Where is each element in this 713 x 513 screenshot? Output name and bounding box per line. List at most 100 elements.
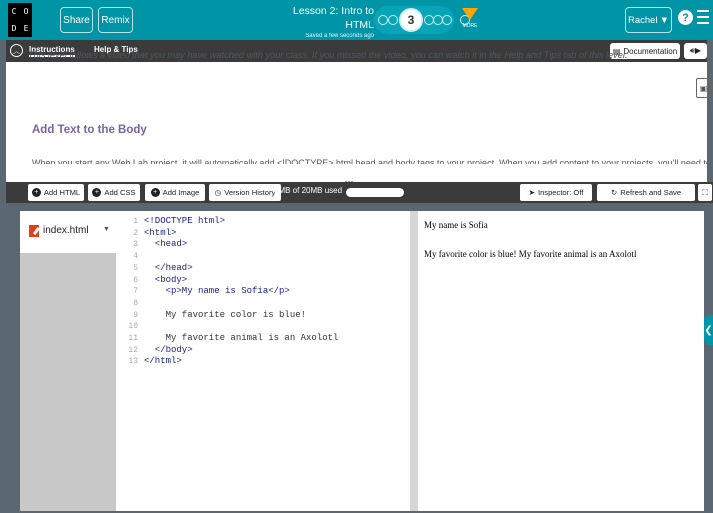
- code-text: <head>: [144, 239, 188, 250]
- plus-circle-icon: +: [150, 188, 160, 197]
- storage-usage: 0MB of 20MB used: [274, 186, 343, 195]
- line-number: 7: [133, 287, 138, 297]
- user-name: Rachel: [628, 14, 658, 26]
- preview-text: My favorite color is blue! My favorite a…: [424, 249, 637, 259]
- logo-letter: C: [11, 7, 17, 16]
- current-level-bubble[interactable]: 3: [399, 8, 423, 32]
- code-line[interactable]: 5 </head>: [116, 262, 193, 274]
- code-line[interactable]: 13 </html>: [116, 356, 182, 367]
- logo-letter: D: [11, 24, 17, 33]
- level-progress: 3: [374, 6, 454, 34]
- line-number: 4: [133, 252, 138, 262]
- code-text: <body>: [144, 274, 188, 285]
- storage-usage-bar: [346, 188, 404, 197]
- code-text: <p>My name is Sofia</p>: [144, 286, 290, 297]
- level-bubble[interactable]: [442, 15, 452, 25]
- instructions-panel: ︿ Instructions Help & Tips ▤ Documentati…: [0, 40, 713, 183]
- chevron-left-icon[interactable]: ❮: [704, 315, 713, 345]
- plus-circle-icon: +: [92, 188, 102, 197]
- line-number: 3: [133, 240, 138, 250]
- level-bubble[interactable]: [388, 15, 398, 25]
- line-number: 11: [128, 334, 138, 343]
- line-number: 2: [133, 228, 138, 238]
- logo-letter: O: [23, 7, 29, 16]
- user-menu[interactable]: Rachel ▼: [625, 7, 672, 33]
- file-name: index.html: [43, 225, 89, 236]
- line-number: 12: [128, 345, 138, 355]
- preview-pane: My name is Sofia My favorite color is bl…: [418, 211, 704, 511]
- workspace-toolbar: + Add HTML + Add CSS + Add Image ◷ Versi…: [6, 182, 713, 203]
- instructions-text: This level follows a video that you may …: [28, 50, 628, 60]
- file-item[interactable]: index.html ▼: [20, 211, 116, 253]
- caret-down-icon: ▼: [659, 14, 669, 26]
- code-line[interactable]: 4: [116, 251, 144, 262]
- text-to-speech-button[interactable]: 🔊︎▶: [684, 43, 707, 59]
- level-bubble[interactable]: [378, 15, 388, 25]
- code-line[interactable]: 10: [116, 321, 144, 332]
- line-number: 9: [133, 310, 138, 320]
- cursor-arrow-icon: ➤: [528, 188, 535, 197]
- line-number: 10: [128, 322, 138, 332]
- triangle-down-icon: [462, 8, 478, 20]
- lesson-info[interactable]: Lesson 2: Intro to HTML Saved a few seco…: [270, 4, 374, 41]
- code-text: My favorite color is blue!: [144, 309, 307, 320]
- code-line[interactable]: 6 <body>: [116, 275, 187, 286]
- preview-text: My name is Sofia: [424, 220, 488, 230]
- share-button[interactable]: Share: [60, 7, 93, 33]
- code-line[interactable]: 3 <head>: [116, 239, 187, 250]
- code-line[interactable]: 12 </body>: [116, 344, 193, 356]
- collapse-chevron-up-icon[interactable]: ︿: [10, 44, 23, 57]
- instructions-heading: Add Text to the Body: [32, 124, 147, 136]
- documentation-label: Documentation: [623, 46, 678, 56]
- image-icon[interactable]: ▣: [696, 78, 711, 98]
- inspector-label: Inspector: Off: [537, 188, 584, 197]
- code-text: </head>: [144, 262, 193, 273]
- line-number: 8: [133, 298, 138, 308]
- line-number: 13: [128, 357, 138, 367]
- add-html-label: Add HTML: [43, 188, 81, 197]
- html-file-icon: [29, 225, 39, 237]
- workspace: + Add HTML + Add CSS + Add Image ◷ Versi…: [0, 182, 713, 513]
- lesson-title: Lesson 2: Intro to HTML: [292, 5, 374, 31]
- code-text: <html>: [144, 227, 177, 238]
- caret-down-icon[interactable]: ▼: [103, 226, 110, 233]
- plus-circle-icon: +: [31, 188, 41, 197]
- instructions-cut-text: When you start any Web Lab project, it w…: [32, 158, 708, 164]
- inspector-toggle[interactable]: ➤ Inspector: Off: [520, 184, 592, 201]
- fullscreen-button[interactable]: ⛶: [698, 184, 712, 201]
- refresh-icon: ↻: [610, 188, 618, 197]
- add-image-button[interactable]: + Add Image: [145, 184, 205, 201]
- code-org-logo[interactable]: C O D E: [8, 3, 32, 37]
- code-line[interactable]: 11 My favorite animal is an Axolotl: [116, 333, 338, 344]
- code-line[interactable]: 8: [116, 298, 144, 309]
- expand-icon: ⛶: [702, 187, 708, 197]
- file-browser: index.html ▼: [20, 211, 116, 511]
- refresh-and-save-button[interactable]: ↻ Refresh and Save: [597, 184, 695, 201]
- logo-letter: E: [23, 24, 29, 33]
- line-number: 6: [133, 275, 138, 285]
- code-line[interactable]: 2 <html>: [116, 228, 176, 239]
- more-levels-button[interactable]: MORE: [458, 4, 482, 36]
- refresh-save-label: Refresh and Save: [620, 188, 682, 197]
- line-number: 5: [133, 263, 138, 273]
- code-text: My favorite animal is an Axolotl: [144, 333, 339, 343]
- code-line[interactable]: 7 <p>My name is Sofia</p>: [116, 286, 290, 297]
- clock-icon: ◷: [214, 188, 222, 197]
- hamburger-menu-icon[interactable]: [697, 10, 709, 26]
- add-html-button[interactable]: + Add HTML: [28, 184, 84, 201]
- add-css-button[interactable]: + Add CSS: [88, 184, 140, 201]
- code-editor[interactable]: 1 <!DOCTYPE html> 2 <html> 3 <head> 4 5 </head…: [116, 211, 410, 511]
- help-button[interactable]: ?: [678, 10, 693, 25]
- resize-grip-icon[interactable]: [345, 170, 355, 183]
- line-number: 1: [133, 217, 138, 226]
- code-text: </body>: [144, 344, 193, 355]
- version-history-button[interactable]: ◷ Version History: [209, 184, 281, 201]
- pane-divider[interactable]: [410, 211, 418, 511]
- remix-button[interactable]: Remix: [98, 7, 133, 33]
- code-line[interactable]: 9 My favorite color is blue!: [116, 310, 306, 321]
- code-text: </html>: [144, 356, 182, 367]
- code-line[interactable]: 1 <!DOCTYPE html>: [116, 216, 225, 227]
- add-image-label: Add Image: [162, 188, 200, 197]
- top-bar: C O D E Share Remix Lesson 2: Intro to H…: [0, 0, 713, 40]
- speaker-icon: 🔊︎▶: [689, 46, 702, 55]
